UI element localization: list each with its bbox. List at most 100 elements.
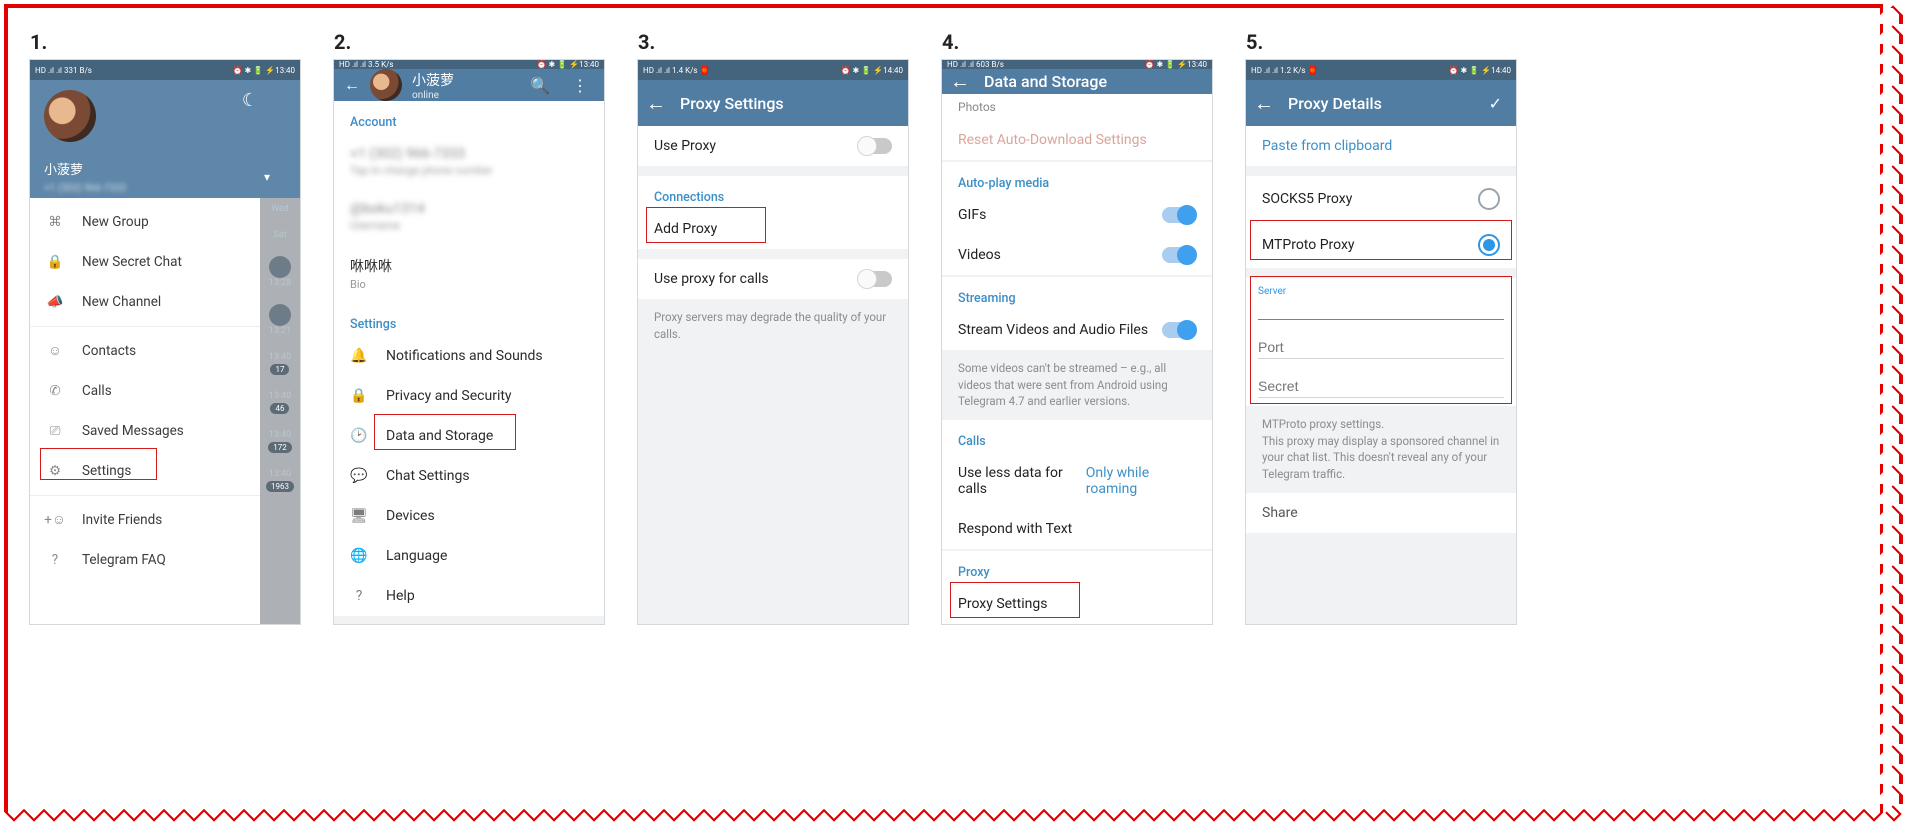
lock-icon: 🔒 <box>46 254 64 270</box>
person-icon: ☺ <box>46 343 64 359</box>
page-title: Proxy Details <box>1288 94 1382 113</box>
settings-language[interactable]: 🌐Language <box>334 536 604 576</box>
secret-input[interactable] <box>1258 375 1504 398</box>
photos-row[interactable]: Photos <box>942 94 1212 120</box>
lock-icon: 🔒 <box>350 388 368 404</box>
back-icon[interactable]: ← <box>646 91 666 116</box>
profile-status: online <box>412 90 454 101</box>
section-header: Proxy <box>942 551 1212 584</box>
help-icon: ? <box>46 552 64 568</box>
add-proxy-button[interactable]: Add Proxy <box>638 209 908 249</box>
page-title: Data and Storage <box>984 72 1107 91</box>
server-label: Server <box>1258 286 1504 297</box>
section-header: Connections <box>638 176 908 209</box>
torn-right <box>1883 4 1907 823</box>
settings-data-storage[interactable]: 🕑Data and Storage <box>334 416 604 456</box>
videos-toggle[interactable]: Videos <box>942 235 1212 275</box>
chat-icon: 💬 <box>350 468 368 484</box>
respond-text-row[interactable]: Respond with Text <box>942 509 1212 549</box>
section-header: Settings <box>334 303 604 336</box>
switch-icon[interactable] <box>1162 207 1196 223</box>
chevron-down-icon[interactable]: ▾ <box>264 170 270 184</box>
profile-header: ← 小菠萝 online 🔍 ⋮ <box>334 69 604 101</box>
socks5-option[interactable]: SOCKS5 Proxy <box>1246 176 1516 222</box>
settings-devices[interactable]: 🖥Devices <box>334 496 604 536</box>
section-header: Account <box>334 101 604 134</box>
status-bar: HD .ıl .ıl 1.4 K/s 🧧⏰ ✱ 🔋 ⚡14:40 <box>638 60 908 80</box>
settings-help[interactable]: ?Help <box>334 576 604 616</box>
drawer-item-new-group[interactable]: ⌘New Group <box>30 202 260 242</box>
drawer-item-invite[interactable]: +☺Invite Friends <box>30 500 260 540</box>
mtproto-option[interactable]: MTProto Proxy <box>1246 222 1516 268</box>
night-mode-icon[interactable]: ☾ <box>242 90 258 111</box>
settings-notifications[interactable]: 🔔Notifications and Sounds <box>334 336 604 376</box>
radio-icon[interactable] <box>1478 188 1500 210</box>
switch-icon[interactable] <box>858 271 892 287</box>
less-data-row[interactable]: Use less data for callsOnly while roamin… <box>942 453 1212 509</box>
switch-icon[interactable] <box>1162 247 1196 263</box>
back-icon[interactable]: ← <box>1254 91 1274 116</box>
share-button[interactable]: Share <box>1246 493 1516 533</box>
navigation-drawer: ⌘New Group 🔒New Secret Chat 📣New Channel… <box>30 198 260 624</box>
settings-chat[interactable]: 💬Chat Settings <box>334 456 604 496</box>
drawer-item-settings[interactable]: ⚙Settings <box>30 451 260 491</box>
drawer-item-secret-chat[interactable]: 🔒New Secret Chat <box>30 242 260 282</box>
user-name: 小菠萝 <box>44 159 83 178</box>
avatar[interactable] <box>44 90 96 142</box>
search-icon[interactable]: 🔍 <box>524 70 556 101</box>
status-bar: HD .ıl .ıl 3.5 K/s⏰ ✱ 🔋 ⚡13:40 <box>334 60 604 69</box>
add-person-icon: +☺ <box>46 512 64 528</box>
switch-icon[interactable] <box>858 138 892 154</box>
drawer-item-calls[interactable]: ✆Calls <box>30 371 260 411</box>
page-title: Proxy Settings <box>680 94 784 113</box>
account-username[interactable]: @boku1314Username <box>334 189 604 244</box>
user-phone: +1 (302) 966-7333 <box>44 183 126 194</box>
drawer-item-faq[interactable]: ?Telegram FAQ <box>30 540 260 580</box>
account-phone[interactable]: +1 (302) 966-7333Tap to change phone num… <box>334 134 604 189</box>
monitor-icon: 🖥 <box>350 508 368 524</box>
step-number: 3. <box>638 30 908 54</box>
status-bar: HD .ıl .ıl 1.2 K/s 🧧⏰ ✱ 🔋 ⚡14:40 <box>1246 60 1516 80</box>
port-input[interactable] <box>1258 336 1504 359</box>
more-icon[interactable]: ⋮ <box>566 70 594 101</box>
radio-icon[interactable] <box>1478 234 1500 256</box>
paste-button[interactable]: Paste from clipboard <box>1246 126 1516 166</box>
drawer-item-channel[interactable]: 📣New Channel <box>30 282 260 322</box>
drawer-item-saved[interactable]: ⎚Saved Messages <box>30 411 260 451</box>
clock-icon: 🕑 <box>350 428 368 444</box>
gifs-toggle[interactable]: GIFs <box>942 195 1212 235</box>
stream-toggle[interactable]: Stream Videos and Audio Files <box>942 310 1212 350</box>
chat-list-dimmed: 🔍 Wed Sat 13:28 13:21 13:4017 13:4046 13… <box>260 198 300 624</box>
use-proxy-toggle[interactable]: Use Proxy <box>638 126 908 166</box>
group-icon: ⌘ <box>46 214 64 230</box>
avatar[interactable] <box>370 69 402 101</box>
version-footer: Telegram for Android v5.15.0 (1869) arm6… <box>334 616 604 624</box>
back-icon[interactable]: ← <box>344 75 360 95</box>
drawer-item-contacts[interactable]: ☺Contacts <box>30 331 260 371</box>
use-proxy-calls-toggle[interactable]: Use proxy for calls <box>638 259 908 299</box>
bell-icon: 🔔 <box>350 348 368 364</box>
step-number: 2. <box>334 30 604 54</box>
hint-text: Some videos can't be streamed – e.g., al… <box>942 350 1212 420</box>
profile-name: 小菠萝 <box>412 70 454 90</box>
account-bio[interactable]: 咻咻咻Bio <box>334 244 604 303</box>
server-input[interactable] <box>1258 297 1504 320</box>
status-bar: HD .ıl .ıl 603 B/s⏰ ✱ 🔋 ⚡13:40 <box>942 60 1212 69</box>
section-header: Auto-play media <box>942 162 1212 195</box>
help-icon: ? <box>350 588 368 604</box>
bookmark-icon: ⎚ <box>46 423 64 439</box>
proxy-settings-row[interactable]: Proxy Settings <box>942 584 1212 624</box>
drawer-header: ☾ 小菠萝 +1 (302) 966-7333 ▾ <box>30 80 300 198</box>
megaphone-icon: 📣 <box>46 294 64 310</box>
step-number: 1. <box>30 30 300 54</box>
reset-button[interactable]: Reset Auto-Download Settings <box>942 120 1212 160</box>
torn-bottom <box>4 803 1903 827</box>
switch-icon[interactable] <box>1162 322 1196 338</box>
globe-icon: 🌐 <box>350 548 368 564</box>
step-number: 4. <box>942 30 1212 54</box>
settings-privacy[interactable]: 🔒Privacy and Security <box>334 376 604 416</box>
step-number: 5. <box>1246 30 1516 54</box>
check-icon[interactable]: ✓ <box>1489 94 1502 113</box>
section-header: Streaming <box>942 277 1212 310</box>
back-icon[interactable]: ← <box>950 69 970 94</box>
